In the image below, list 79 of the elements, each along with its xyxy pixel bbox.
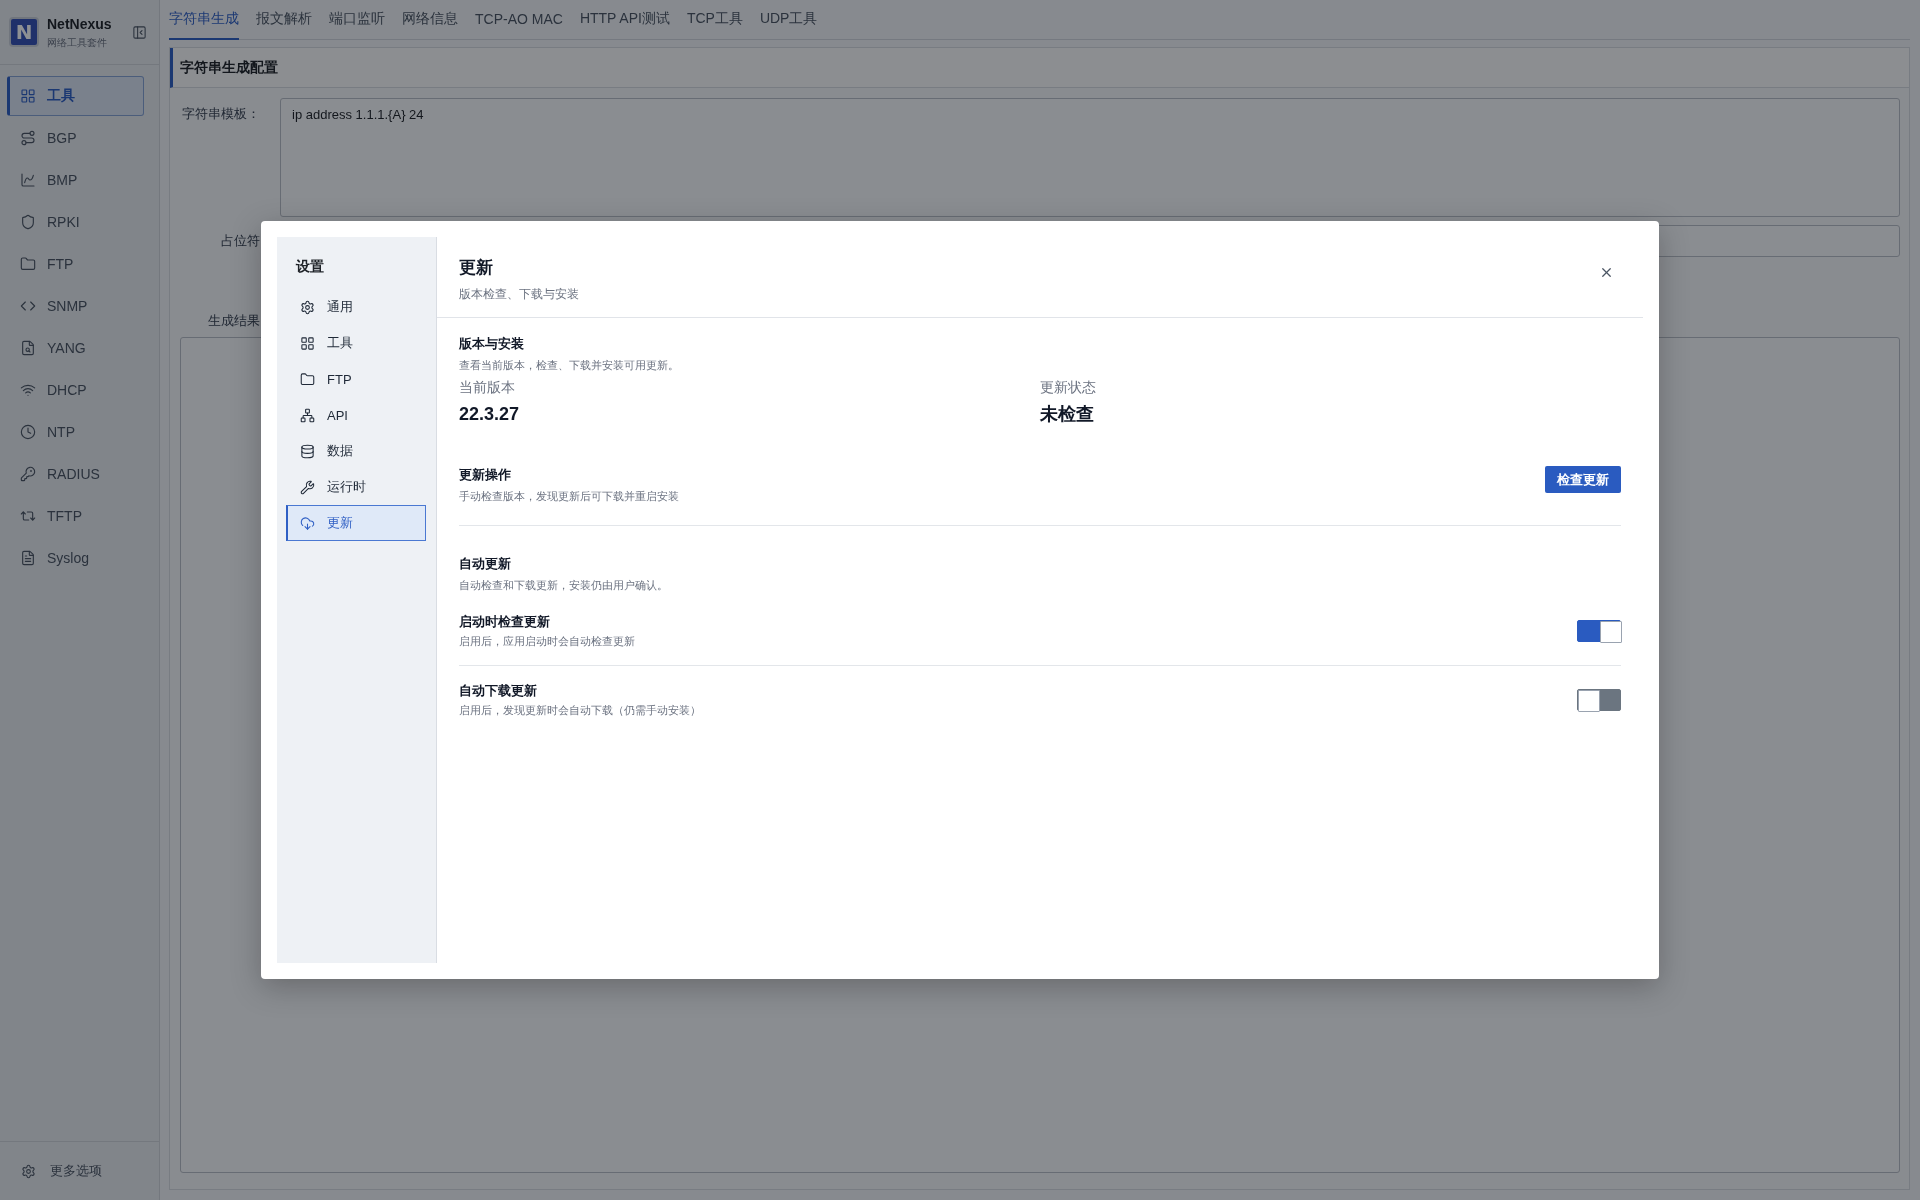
panel-left-icon	[132, 24, 147, 40]
dialog-title: 更新	[459, 257, 494, 279]
close-icon	[1599, 265, 1614, 280]
stat-label: 当前版本	[459, 378, 516, 397]
section-description: 查看当前版本，检查、下载并安装可用更新。	[459, 358, 680, 373]
stat-label: 更新状态	[1040, 378, 1097, 397]
settings-nav-item[interactable]: 数据	[286, 433, 426, 469]
code-icon	[20, 298, 36, 314]
settings-nav-item[interactable]: FTP	[286, 361, 426, 397]
stat-value: 22.3.27	[459, 403, 521, 426]
field-label: 字符串模板：	[181, 105, 260, 123]
setting-description: 启用后，应用启动时会自动检查更新	[459, 634, 635, 649]
key-icon	[20, 466, 36, 482]
database-icon	[300, 443, 315, 459]
tab[interactable]: TCP工具	[686, 0, 743, 40]
route-icon	[20, 130, 36, 146]
clock-icon	[20, 424, 36, 440]
setting-title: 自动下载更新	[459, 682, 538, 700]
sidebar-item[interactable]: Syslog	[7, 538, 144, 578]
field-label: 占位符	[220, 232, 260, 250]
more-options-link[interactable]: 更多选项	[50, 1162, 102, 1180]
section-title: 版本与安装	[459, 335, 525, 353]
wrench-icon	[300, 479, 315, 495]
tab[interactable]: UDP工具	[759, 0, 818, 40]
grid-icon	[20, 88, 36, 104]
close-button[interactable]	[1599, 265, 1614, 280]
collapse-sidebar-button[interactable]	[132, 24, 147, 40]
tab[interactable]: 端口监听	[329, 0, 385, 40]
sidebar-item[interactable]: YANG	[7, 328, 144, 368]
file-search-icon	[20, 340, 36, 356]
settings-nav-item[interactable]: 运行时	[286, 469, 426, 505]
sidebar-item[interactable]: BGP	[7, 118, 144, 158]
repeat-icon	[20, 508, 36, 524]
sidebar-item[interactable]: FTP	[7, 244, 144, 284]
settings-nav-title: 设置	[294, 257, 325, 276]
settings-nav-item[interactable]: 更新	[286, 505, 426, 541]
sidebar-item[interactable]: 工具	[7, 76, 144, 116]
shield-icon	[20, 214, 36, 230]
template-field[interactable]: ip address 1.1.1.{A} 24	[280, 98, 1900, 217]
settings-icon	[300, 299, 315, 315]
field-label: 生成结果	[207, 312, 260, 330]
settings-nav-item[interactable]: API	[286, 397, 426, 433]
stat-value: 未检查	[1040, 403, 1095, 426]
tab[interactable]: 字符串生成	[169, 0, 239, 40]
sidebar-item[interactable]: SNMP	[7, 286, 144, 326]
settings-nav-item[interactable]: 工具	[286, 325, 426, 361]
dialog-subtitle: 版本检查、下载与安装	[459, 286, 579, 302]
folder-icon	[20, 256, 36, 272]
toggle-switch[interactable]	[1577, 620, 1621, 642]
section-description: 手动检查版本，发现更新后可下载并重启安装	[459, 489, 679, 504]
line-chart-icon	[20, 172, 36, 188]
sidebar-item[interactable]: BMP	[7, 160, 144, 200]
cloud-download-icon	[300, 515, 315, 531]
sidebar-item[interactable]: TFTP	[7, 496, 144, 536]
app-name: NetNexus	[47, 15, 113, 33]
sidebar-item[interactable]: RPKI	[7, 202, 144, 242]
sidebar-item[interactable]: RADIUS	[7, 454, 144, 494]
sidebar-item[interactable]: NTP	[7, 412, 144, 452]
setting-title: 启动时检查更新	[459, 613, 551, 631]
network-icon	[300, 407, 315, 423]
tab[interactable]: 报文解析	[256, 0, 312, 40]
check-update-button[interactable]: 检查更新	[1545, 466, 1621, 493]
section-title: 更新操作	[459, 466, 512, 484]
toggle-switch[interactable]	[1577, 689, 1621, 711]
tab[interactable]: 网络信息	[402, 0, 458, 40]
tab[interactable]: HTTP API测试	[579, 0, 670, 40]
card-title: 字符串生成配置	[170, 48, 1909, 88]
folder-icon	[300, 371, 315, 387]
section-description: 自动检查和下载更新，安装仍由用户确认。	[459, 578, 669, 593]
sidebar-item[interactable]: DHCP	[7, 370, 144, 410]
settings-nav-item[interactable]: 通用	[286, 289, 426, 325]
grid-icon	[300, 335, 315, 351]
setting-description: 启用后，发现更新时会自动下载（仍需手动安装）	[459, 703, 701, 718]
section-title: 自动更新	[459, 555, 512, 573]
settings-icon	[21, 1163, 36, 1179]
wifi-icon	[20, 382, 36, 398]
tab[interactable]: TCP-AO MAC	[475, 0, 563, 40]
file-text-icon	[20, 550, 36, 566]
app-logo: N	[9, 17, 39, 47]
